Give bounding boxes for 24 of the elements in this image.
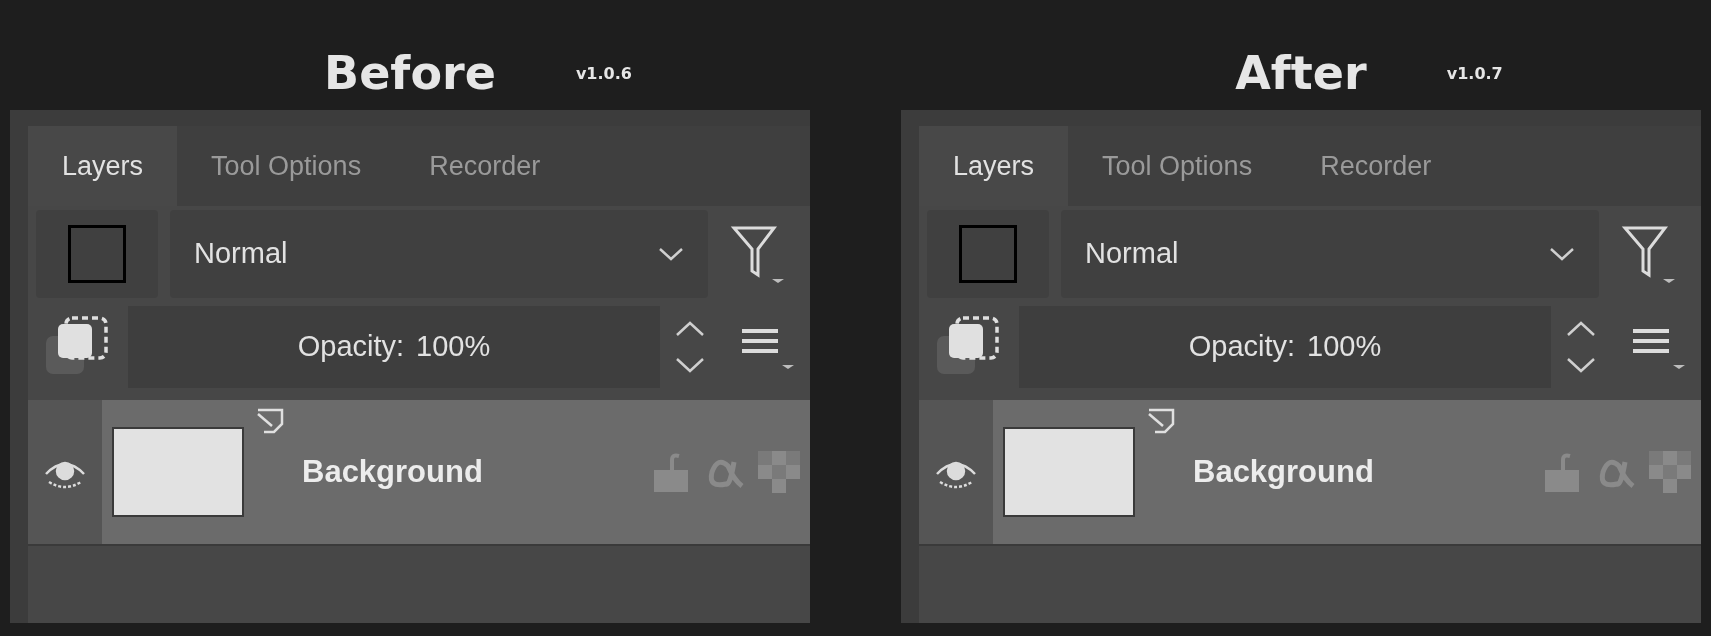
blend-mode-dropdown[interactable]: Normal	[170, 210, 708, 298]
color-swatch	[68, 225, 126, 283]
color-label-button[interactable]	[927, 210, 1049, 298]
tab[interactable]: Layers	[919, 126, 1069, 206]
checkerboard-icon[interactable]	[1649, 451, 1691, 493]
tab[interactable]: Recorder	[395, 126, 575, 206]
layer-name: Background	[1193, 452, 1374, 491]
layer-row[interactable]: Background	[993, 400, 1701, 544]
blend-mode-dropdown[interactable]: Normal	[1061, 210, 1599, 298]
layer-row[interactable]: Background	[102, 400, 810, 544]
tab[interactable]: Tool Options	[1068, 126, 1287, 206]
checkerboard-icon[interactable]	[758, 451, 800, 493]
version-label: v1.0.7	[1446, 63, 1503, 85]
version-label: v1.0.6	[575, 63, 632, 85]
layer-name: Background	[302, 452, 483, 491]
chevron-down-icon	[658, 246, 684, 262]
tab[interactable]: Layers	[28, 126, 178, 206]
color-swatch	[959, 225, 1017, 283]
panel-heading: Before	[324, 50, 496, 96]
tab[interactable]: Tool Options	[177, 126, 396, 206]
tab[interactable]: Recorder	[1286, 126, 1466, 206]
color-label-button[interactable]	[36, 210, 158, 298]
panel-heading: After	[1235, 50, 1367, 96]
chevron-down-icon	[1549, 246, 1575, 262]
